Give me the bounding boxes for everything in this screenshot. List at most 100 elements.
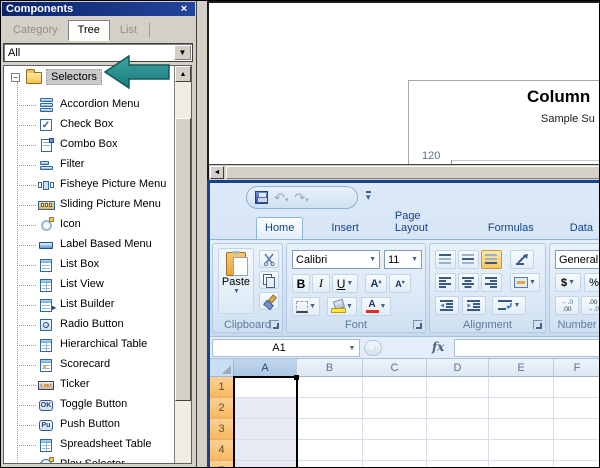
align-left-button[interactable] <box>435 273 456 292</box>
save-icon[interactable] <box>255 191 268 204</box>
ribbon-tab-insert[interactable]: Insert <box>323 218 367 239</box>
cell-A2[interactable] <box>234 398 297 419</box>
tree-item-push-button[interactable]: Pu Push Button <box>4 415 174 435</box>
cell-D2[interactable] <box>427 398 489 419</box>
chevron-down-icon[interactable]: ▼ <box>345 345 359 352</box>
cell-F3[interactable] <box>554 419 599 440</box>
row-header-5[interactable]: 5 <box>210 461 234 467</box>
tree-item-list-box[interactable]: List Box <box>4 255 174 275</box>
column-header-a[interactable]: A <box>234 359 297 377</box>
row-header-3[interactable]: 3 <box>210 419 234 440</box>
formula-input[interactable] <box>454 339 599 357</box>
cell-D4[interactable] <box>427 440 489 461</box>
column-header-d[interactable]: D <box>427 359 489 377</box>
format-painter-button[interactable] <box>259 292 279 310</box>
tab-list[interactable]: List <box>110 20 147 41</box>
font-family-dropdown[interactable]: Calibri ▼ <box>292 250 380 269</box>
cell-C1[interactable] <box>363 377 427 398</box>
tree-item-toggle-button[interactable]: OK Toggle Button <box>4 395 174 415</box>
number-format-dropdown[interactable]: General <box>555 250 599 269</box>
italic-button[interactable]: I <box>312 274 330 293</box>
tree-item-play-selector[interactable]: ▶ Play Selector <box>4 455 174 463</box>
cell-F1[interactable] <box>554 377 599 398</box>
cell-C4[interactable] <box>363 440 427 461</box>
increase-decimal-button[interactable]: ←.0.00 <box>555 296 579 315</box>
cell-A1[interactable] <box>234 377 297 398</box>
cell-C3[interactable] <box>363 419 427 440</box>
paste-button[interactable]: Paste ▼ <box>218 248 254 314</box>
grow-font-button[interactable]: A▴ <box>365 274 387 293</box>
collapse-icon[interactable]: − <box>11 73 20 82</box>
undo-button[interactable]: ↶▾ <box>274 191 288 205</box>
dialog-launcher-icon[interactable] <box>270 320 279 329</box>
tree-item-radio-button[interactable]: Radio Button <box>4 315 174 335</box>
underline-button[interactable]: U ▼ <box>332 274 358 293</box>
design-canvas[interactable]: Column Sample Su 120 <box>207 1 599 164</box>
cell-A4[interactable] <box>234 440 297 461</box>
align-center-button[interactable] <box>458 273 479 292</box>
ribbon-tab-home[interactable]: Home <box>256 217 304 239</box>
currency-button[interactable]: $ ▼ <box>555 273 581 292</box>
tree-item-icon[interactable]: Icon <box>4 215 174 235</box>
tree-root-label[interactable]: Selectors <box>46 69 102 85</box>
cell-B1[interactable] <box>297 377 363 398</box>
cell-F5[interactable] <box>554 461 599 467</box>
cell-C2[interactable] <box>363 398 427 419</box>
row-header-1[interactable]: 1 <box>210 377 234 398</box>
name-box[interactable]: A1 ▼ <box>212 339 360 357</box>
decrease-decimal-button[interactable]: .00 →.0 <box>581 296 599 315</box>
shrink-font-button[interactable]: A▾ <box>389 274 411 293</box>
cell-E1[interactable] <box>489 377 554 398</box>
scrollbar-thumb[interactable] <box>175 118 191 401</box>
tree-item-fisheye-picture-menu[interactable]: Fisheye Picture Menu <box>4 175 174 195</box>
percent-button[interactable]: % <box>584 273 599 292</box>
tree-item-hierarchical-table[interactable]: Hierarchical Table <box>4 335 174 355</box>
fill-handle[interactable] <box>294 375 299 380</box>
tab-category[interactable]: Category <box>3 20 68 41</box>
decrease-indent-button[interactable] <box>435 296 459 315</box>
wrap-text-button[interactable]: ▼ <box>492 296 526 315</box>
cell-B4[interactable] <box>297 440 363 461</box>
orientation-button[interactable] <box>510 250 534 269</box>
tree-item-list-view[interactable]: List View <box>4 275 174 295</box>
bold-button[interactable]: B <box>292 274 310 293</box>
cell-E2[interactable] <box>489 398 554 419</box>
tree-item-accordion-menu[interactable]: Accordion Menu <box>4 95 174 115</box>
tree-item-ticker[interactable]: ‹ › Ticker <box>4 375 174 395</box>
cell-E3[interactable] <box>489 419 554 440</box>
align-middle-button[interactable] <box>458 250 479 269</box>
tree-item-sliding-picture-menu[interactable]: Sliding Picture Menu <box>4 195 174 215</box>
align-top-button[interactable] <box>435 250 456 269</box>
tree-item-scorecard[interactable]: Scorecard <box>4 355 174 375</box>
cell-D3[interactable] <box>427 419 489 440</box>
ribbon-tab-formulas[interactable]: Formulas <box>480 218 542 239</box>
close-icon[interactable]: × <box>177 3 191 15</box>
cell-F4[interactable] <box>554 440 599 461</box>
dialog-launcher-icon[interactable] <box>533 320 542 329</box>
cell-A5[interactable] <box>234 461 297 467</box>
ribbon-tab-page-layout[interactable]: Page Layout <box>387 206 460 239</box>
fill-color-button[interactable]: ▼ <box>327 297 357 316</box>
cell-B5[interactable] <box>297 461 363 467</box>
dialog-launcher-icon[interactable] <box>413 320 422 329</box>
align-right-button[interactable] <box>481 273 502 292</box>
copy-button[interactable] <box>259 271 279 289</box>
tab-tree[interactable]: Tree <box>67 20 110 41</box>
row-header-4[interactable]: 4 <box>210 440 234 461</box>
cell-C5[interactable] <box>363 461 427 467</box>
font-color-button[interactable]: A ▼ <box>361 297 391 316</box>
scroll-up-icon[interactable]: ▲ <box>175 66 191 82</box>
cell-E4[interactable] <box>489 440 554 461</box>
cell-A3[interactable] <box>234 419 297 440</box>
select-all-corner[interactable] <box>210 359 234 377</box>
chevron-down-icon[interactable]: ▼ <box>174 45 191 60</box>
column-chart-component[interactable]: Column Sample Su 120 <box>408 80 599 164</box>
merge-center-button[interactable]: ▼ <box>510 273 540 292</box>
column-header-b[interactable]: B <box>297 359 363 377</box>
tree-item-combo-box[interactable]: Combo Box <box>4 135 174 155</box>
cell-B2[interactable] <box>297 398 363 419</box>
tree-item-list-builder[interactable]: ▸ List Builder <box>4 295 174 315</box>
font-size-dropdown[interactable]: 11 ▼ <box>384 250 422 269</box>
scroll-left-icon[interactable]: ◄ <box>210 166 224 179</box>
row-header-2[interactable]: 2 <box>210 398 234 419</box>
